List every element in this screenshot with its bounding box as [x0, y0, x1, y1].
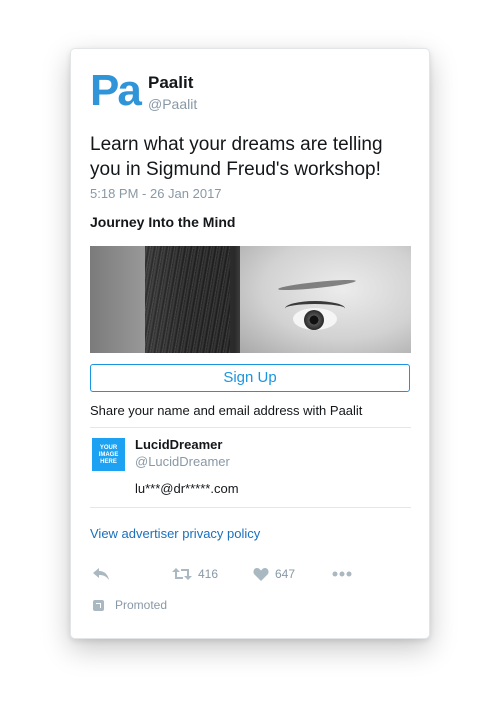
account-name[interactable]: Paalit: [148, 73, 193, 93]
like-button[interactable]: 647: [253, 564, 295, 584]
account-logo[interactable]: Pa: [90, 68, 142, 114]
divider: [90, 427, 411, 428]
like-count: 647: [275, 567, 296, 581]
reply-icon: [93, 568, 109, 580]
user-handle: @LucidDreamer: [135, 454, 230, 469]
promoted-text: Promoted: [115, 598, 168, 612]
reply-button[interactable]: [92, 564, 110, 584]
tweet-text: Learn what your dreams are telling you i…: [90, 134, 383, 180]
retweet-icon: [172, 568, 192, 580]
card-title: Journey Into the Mind: [90, 214, 236, 230]
more-button[interactable]: [332, 564, 352, 584]
card-image: [90, 246, 411, 353]
divider: [90, 507, 411, 508]
account-handle[interactable]: @Paalit: [148, 96, 197, 112]
iris-shape: [304, 310, 324, 330]
retweet-button[interactable]: 416: [172, 564, 218, 584]
tweet-actions: 416 647: [90, 564, 410, 584]
promoted-tweet-card: Pa Paalit @Paalit Learn what your dreams…: [70, 48, 430, 639]
tweet-timestamp[interactable]: 5:18 PM - 26 Jan 2017: [90, 186, 222, 201]
user-name: LucidDreamer: [135, 437, 223, 452]
user-email: lu***@dr*****.com: [135, 481, 239, 496]
more-icon: [332, 571, 352, 577]
privacy-policy-link[interactable]: View advertiser privacy policy: [90, 526, 260, 541]
face-shape: [240, 246, 411, 353]
promoted-label: Promoted: [93, 598, 167, 612]
retweet-count: 416: [198, 567, 219, 581]
share-consent-text: Share your name and email address with P…: [90, 403, 363, 418]
sign-up-button[interactable]: Sign Up: [90, 364, 410, 392]
promoted-icon: [93, 599, 104, 611]
heart-icon: [253, 567, 269, 581]
user-avatar: YOUR IMAGE HERE: [92, 438, 125, 471]
hair-shape: [145, 246, 230, 353]
